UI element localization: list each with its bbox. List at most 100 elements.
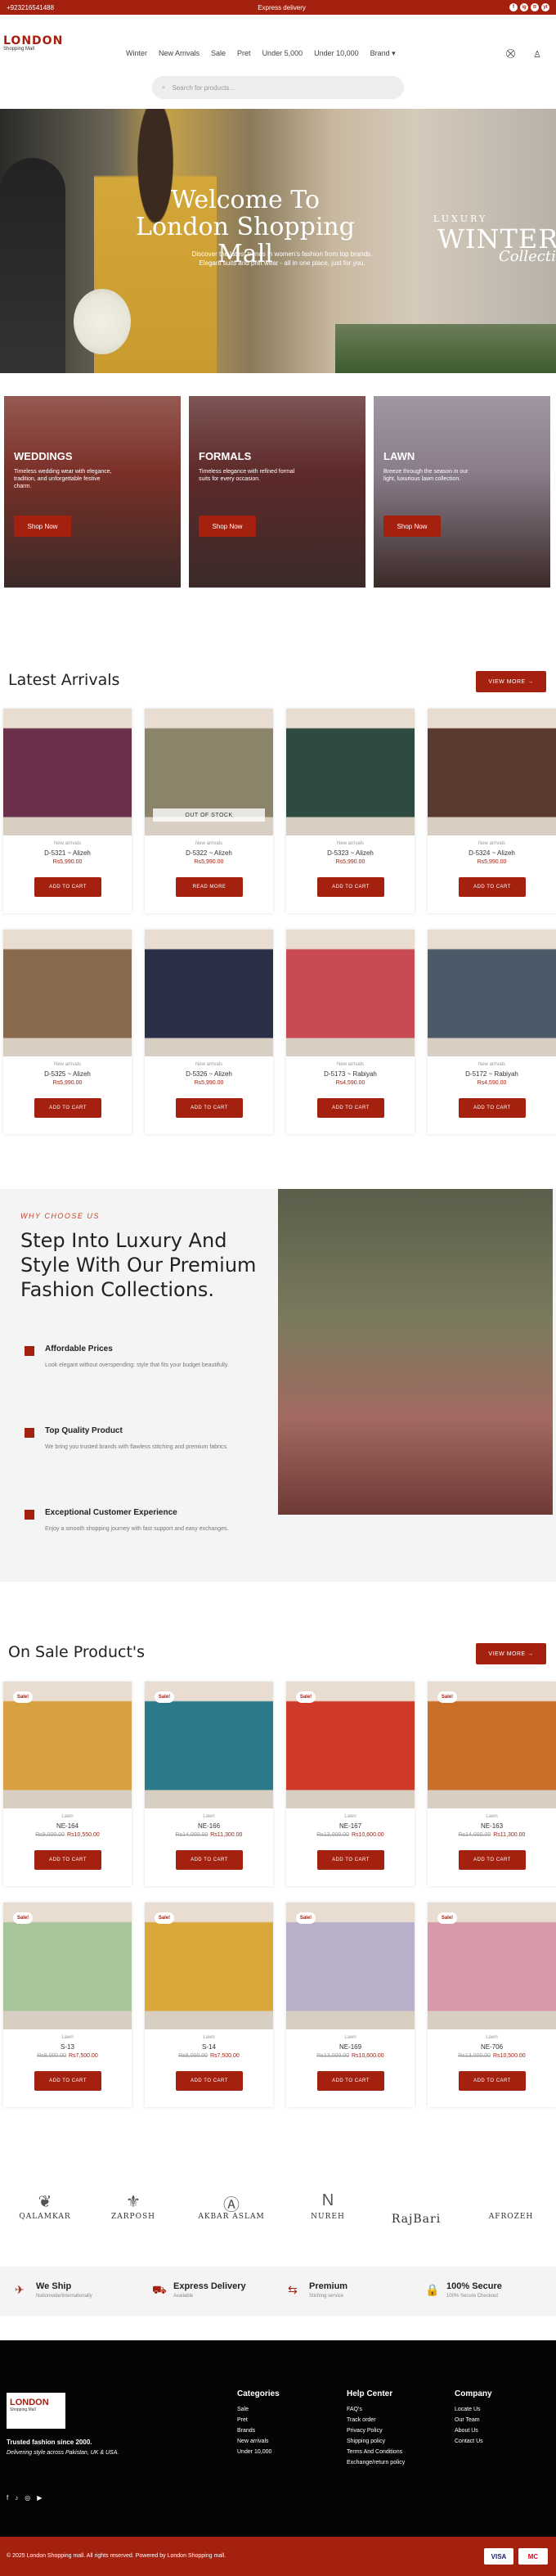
search-input[interactable]: Search for products...	[172, 84, 234, 92]
add-to-cart-button[interactable]: ADD TO CART	[317, 877, 384, 897]
product-card[interactable]: New arrivals D-5173 ~ Rabiyah Rs4,590.00 AD…	[286, 930, 415, 1134]
product-name[interactable]: NE-166	[145, 1822, 273, 1830]
product-name[interactable]: NE-706	[428, 2043, 556, 2051]
footer-link[interactable]: Brands	[237, 2428, 280, 2434]
nav-new-arrivals[interactable]: New Arrivals	[159, 49, 200, 58]
product-image[interactable]	[428, 930, 556, 1056]
youtube-icon[interactable]: yt	[541, 3, 549, 11]
instagram-icon[interactable]: ig	[520, 3, 528, 11]
footer-logo[interactable]: LONDON Shopping Mall	[7, 2393, 65, 2429]
product-card[interactable]: New arrivals D-5324 ~ Alizeh Rs5,990.00 ADD…	[428, 709, 556, 913]
account-icon[interactable]: ♙	[533, 49, 541, 60]
footer-link[interactable]: Contact Us	[455, 2439, 492, 2444]
product-image[interactable]	[286, 930, 415, 1056]
footer-link[interactable]: Sale	[237, 2407, 280, 2412]
product-card[interactable]: Sale! Lawn NE-706 Rs13,000.00 Rs10,500.00 ADD…	[428, 1903, 556, 2107]
product-name[interactable]: D-5324 ~ Alizeh	[428, 849, 556, 857]
category-formals[interactable]: FORMALS Timeless elegance with refined f…	[189, 396, 365, 588]
product-name[interactable]: D-5325 ~ Alizeh	[3, 1070, 132, 1078]
tiktok-icon[interactable]: ♪	[15, 2494, 18, 2502]
add-to-cart-button[interactable]: ADD TO CART	[317, 1098, 384, 1118]
footer-link[interactable]: Under 10,000	[237, 2449, 280, 2455]
add-to-cart-button[interactable]: ADD TO CART	[459, 1850, 526, 1870]
category-weddings[interactable]: WEDDINGS Timeless wedding wear with eleg…	[4, 396, 181, 588]
add-to-cart-button[interactable]: ADD TO CART	[34, 1850, 101, 1870]
footer-link[interactable]: Locate Us	[455, 2407, 492, 2412]
instagram-icon[interactable]: ◎	[25, 2494, 30, 2502]
add-to-cart-button[interactable]: ADD TO CART	[459, 2071, 526, 2091]
brand-logo[interactable]: Ⓐ AKBAR ASLAM	[195, 2191, 268, 2221]
facebook-icon[interactable]: f	[7, 2494, 8, 2502]
phone-number[interactable]: +923216541488	[7, 4, 54, 11]
add-to-cart-button[interactable]: ADD TO CART	[176, 1098, 243, 1118]
product-name[interactable]: D-5321 ~ Alizeh	[3, 849, 132, 857]
nav-brand[interactable]: Brand ▾	[370, 49, 396, 58]
product-name[interactable]: S-13	[3, 2043, 132, 2051]
add-to-cart-button[interactable]: ADD TO CART	[176, 1850, 243, 1870]
footer-link[interactable]: FAQ's	[347, 2407, 405, 2412]
tiktok-icon[interactable]: tt	[531, 3, 539, 11]
product-name[interactable]: NE-169	[286, 2043, 415, 2051]
youtube-icon[interactable]: ▶	[37, 2494, 42, 2502]
product-card[interactable]: Sale! Lawn NE-164 Rs9,000.00 Rs10,550.00 ADD …	[3, 1682, 132, 1886]
add-to-cart-button[interactable]: ADD TO CART	[317, 1850, 384, 1870]
footer-link[interactable]: Terms And Conditions	[347, 2449, 405, 2455]
nav-pret[interactable]: Pret	[237, 49, 251, 58]
footer-link[interactable]: About Us	[455, 2428, 492, 2434]
footer-link[interactable]: Privacy Policy	[347, 2428, 405, 2434]
product-name[interactable]: NE-164	[3, 1822, 132, 1830]
search-bar[interactable]: ⌕ Search for products...	[152, 76, 404, 99]
product-image[interactable]	[3, 930, 132, 1056]
footer-link[interactable]: New arrivals	[237, 2439, 280, 2444]
product-name[interactable]: D-5326 ~ Alizeh	[145, 1070, 273, 1078]
product-name[interactable]: D-5323 ~ Alizeh	[286, 849, 415, 857]
product-name[interactable]: NE-163	[428, 1822, 556, 1830]
footer-link[interactable]: Track order	[347, 2417, 405, 2423]
product-card[interactable]: Sale! Lawn NE-169 Rs13,000.00 Rs10,600.00 ADD…	[286, 1903, 415, 2107]
brand-logo[interactable]: N NUREH	[291, 2191, 365, 2221]
nav-under-5000[interactable]: Under 5,000	[262, 49, 303, 58]
product-card[interactable]: Sale! Lawn NE-163 Rs14,000.00 Rs11,300.00 ADD…	[428, 1682, 556, 1886]
shop-now-button[interactable]: Shop Now	[199, 516, 256, 537]
nav-winter[interactable]: Winter	[126, 49, 147, 58]
product-card[interactable]: Sale! Lawn S-14 Rs8,000.00 Rs7,500.00 ADD TO …	[145, 1903, 273, 2107]
brand-logo[interactable]: AFROZEH	[474, 2191, 548, 2221]
add-to-cart-button[interactable]: ADD TO CART	[459, 877, 526, 897]
sale-view-more-button[interactable]: VIEW MORE →	[476, 1643, 546, 1664]
product-name[interactable]: D-5322 ~ Alizeh	[145, 849, 273, 857]
category-lawn[interactable]: LAWN Breeze through the season in our li…	[374, 396, 550, 588]
product-card[interactable]: New arrivals D-5325 ~ Alizeh Rs5,990.00 ADD…	[3, 930, 132, 1134]
brand-logo[interactable]: ❦ QALAMKAR	[8, 2191, 82, 2221]
product-name[interactable]: D-5173 ~ Rabiyah	[286, 1070, 415, 1078]
product-image[interactable]	[145, 930, 273, 1056]
cart-icon[interactable]: ⛒	[506, 49, 515, 60]
add-to-cart-button[interactable]: READ MORE	[176, 877, 243, 897]
site-logo[interactable]: LONDON Shopping Mall	[3, 34, 69, 52]
product-image[interactable]	[286, 709, 415, 835]
add-to-cart-button[interactable]: ADD TO CART	[317, 2071, 384, 2091]
product-image[interactable]	[428, 709, 556, 835]
nav-sale[interactable]: Sale	[211, 49, 226, 58]
add-to-cart-button[interactable]: ADD TO CART	[34, 1098, 101, 1118]
nav-under-10000[interactable]: Under 10,000	[314, 49, 359, 58]
product-card[interactable]: New arrivals D-5326 ~ Alizeh Rs5,990.00 ADD…	[145, 930, 273, 1134]
add-to-cart-button[interactable]: ADD TO CART	[34, 2071, 101, 2091]
product-card[interactable]: OUT OF STOCK New arrivals D-5322 ~ Alizeh R…	[145, 709, 273, 913]
product-name[interactable]: NE-167	[286, 1822, 415, 1830]
latest-view-more-button[interactable]: VIEW MORE →	[476, 671, 546, 692]
shop-now-button[interactable]: Shop Now	[383, 516, 441, 537]
product-card[interactable]: Sale! Lawn NE-167 Rs13,000.00 Rs10,600.00 ADD…	[286, 1682, 415, 1886]
product-card[interactable]: Sale! Lawn NE-166 Rs14,000.00 Rs11,300.00 ADD…	[145, 1682, 273, 1886]
brand-logo[interactable]: RajBari	[379, 2191, 453, 2226]
footer-link[interactable]: Shipping policy	[347, 2439, 405, 2444]
brand-logo[interactable]: ⚜ ZARPOSH	[96, 2191, 170, 2221]
facebook-icon[interactable]: f	[509, 3, 518, 11]
add-to-cart-button[interactable]: ADD TO CART	[34, 877, 101, 897]
product-card[interactable]: New arrivals D-5321 ~ Alizeh Rs5,990.00 ADD…	[3, 709, 132, 913]
product-card[interactable]: New arrivals D-5172 ~ Rabiyah Rs4,590.00 AD…	[428, 930, 556, 1134]
product-name[interactable]: D-5172 ~ Rabiyah	[428, 1070, 556, 1078]
footer-link[interactable]: Exchange/return policy	[347, 2460, 405, 2466]
product-card[interactable]: New arrivals D-5323 ~ Alizeh Rs5,990.00 ADD…	[286, 709, 415, 913]
product-name[interactable]: S-14	[145, 2043, 273, 2051]
shop-now-button[interactable]: Shop Now	[14, 516, 71, 537]
